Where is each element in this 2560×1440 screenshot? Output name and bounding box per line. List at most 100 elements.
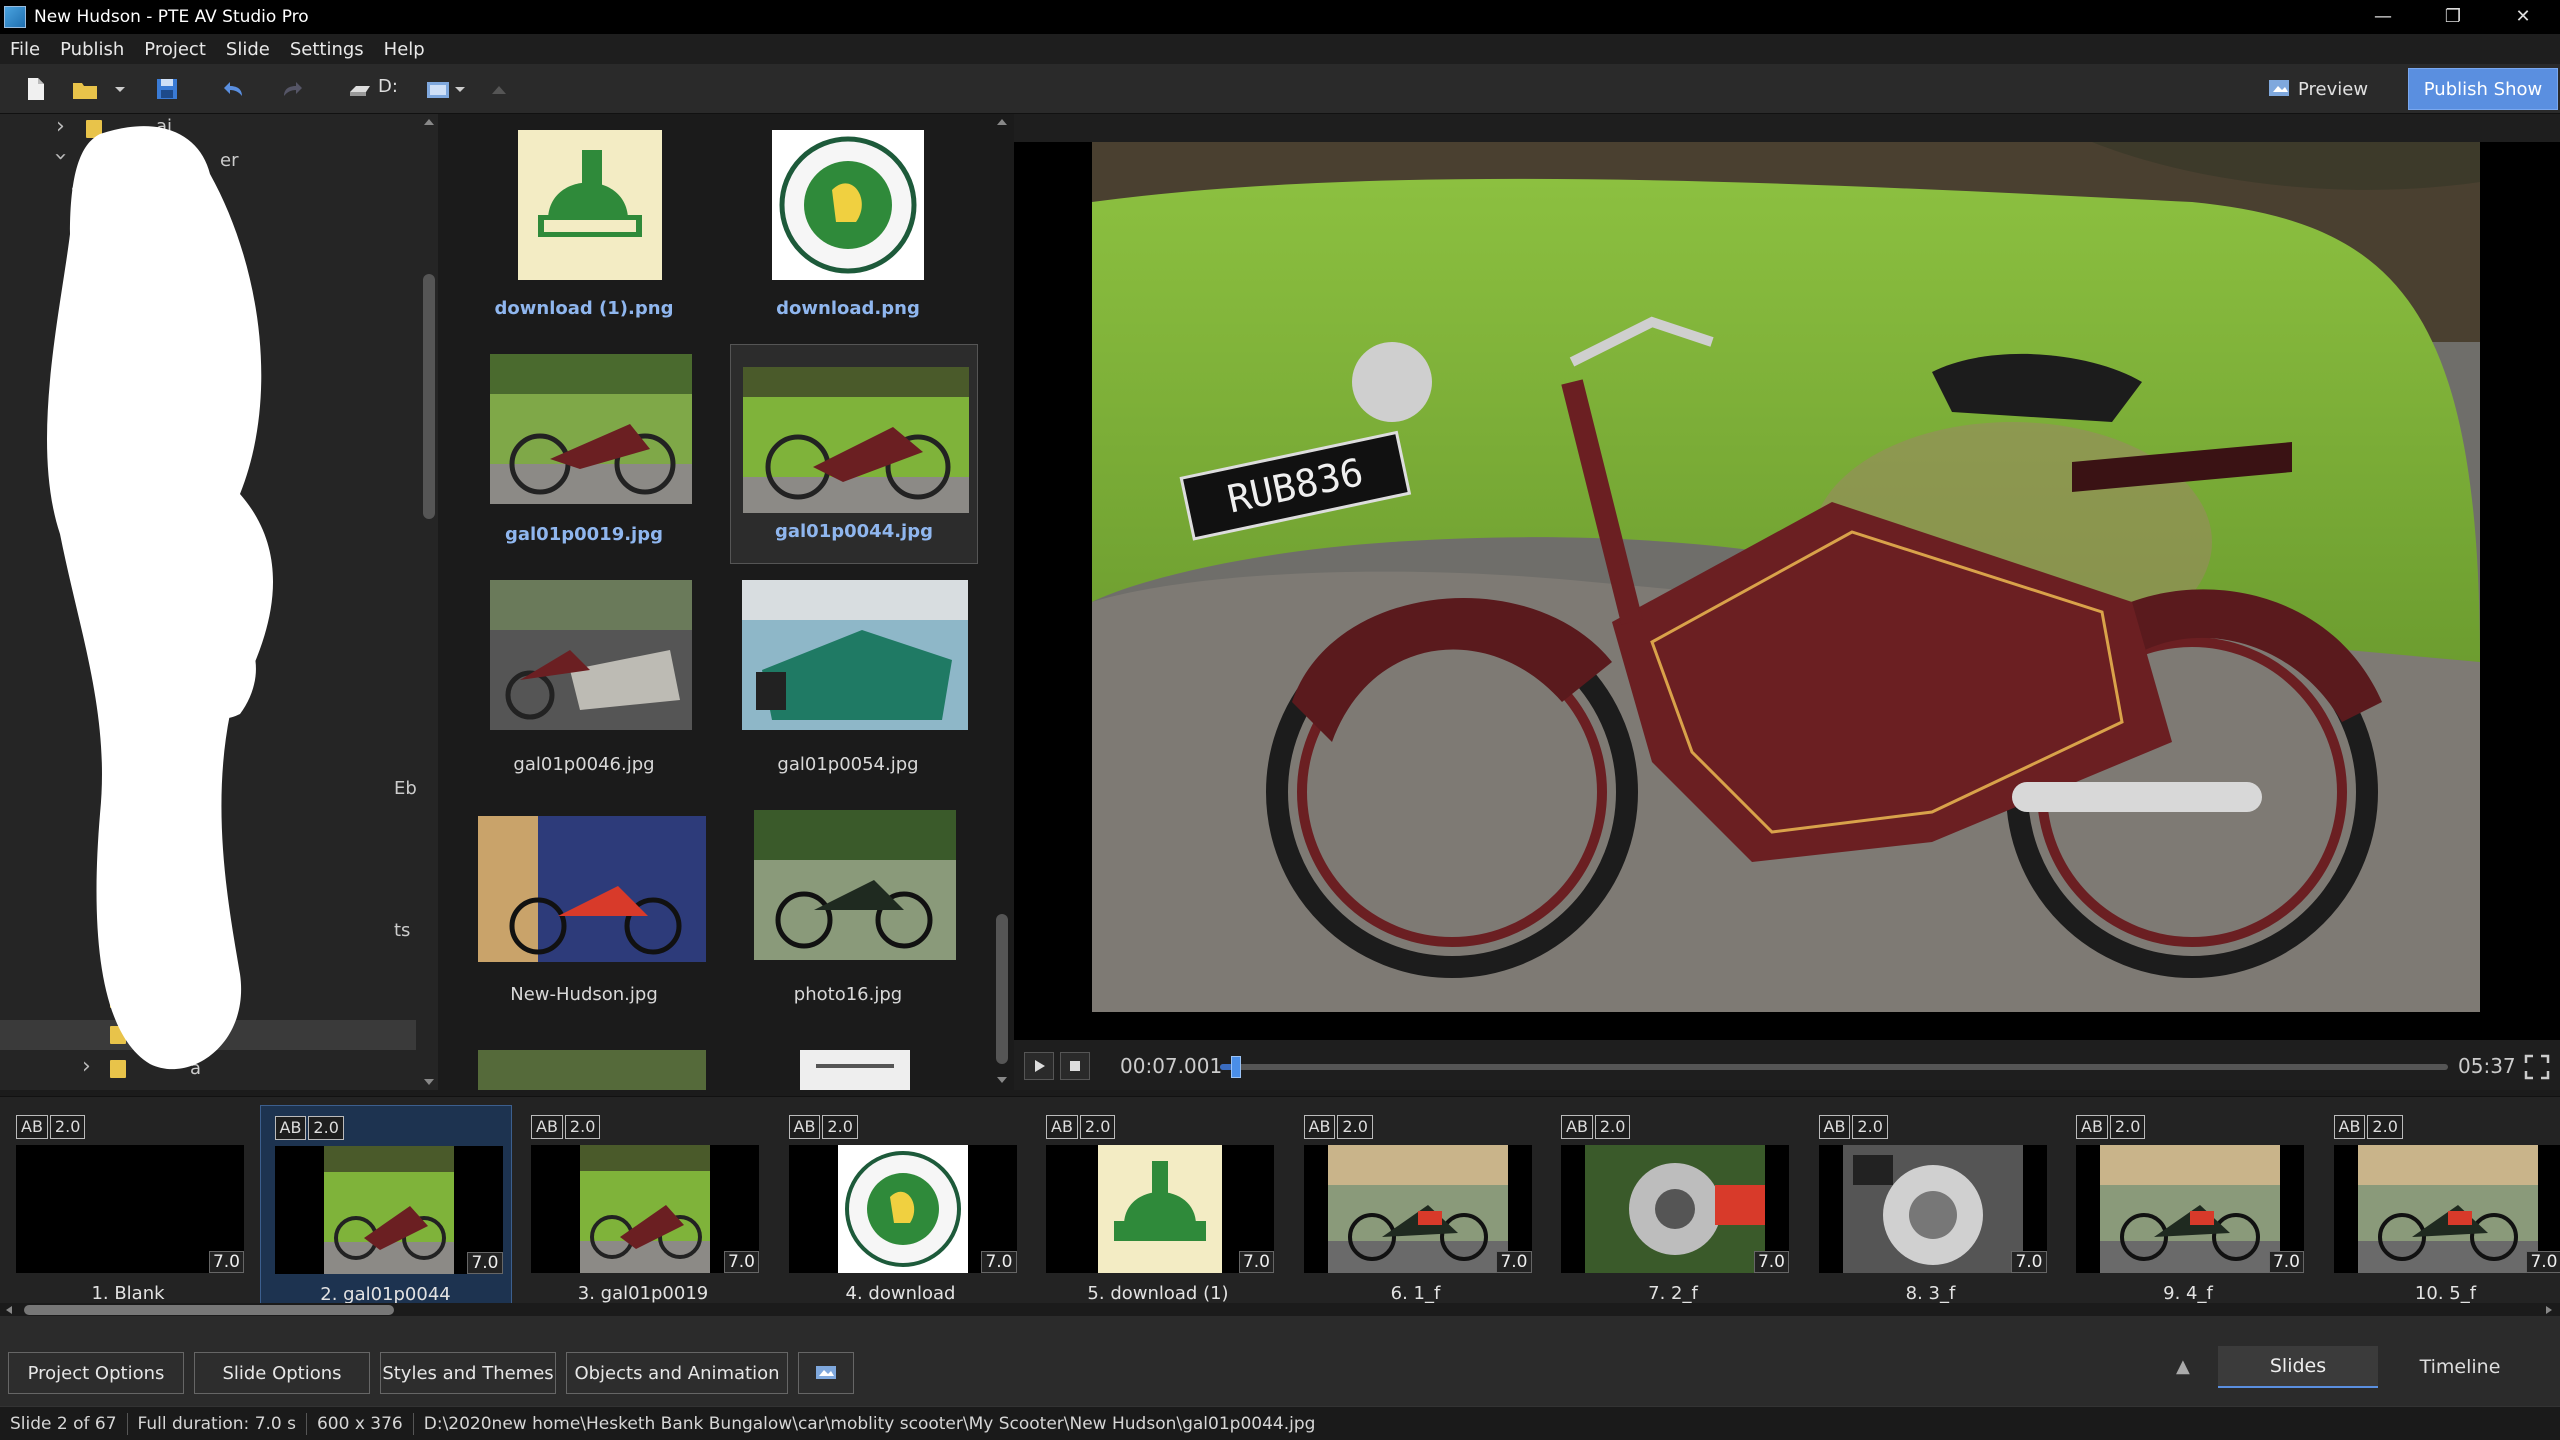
slide-ab-badge[interactable]: AB bbox=[2333, 1115, 2366, 1139]
slide-options-button[interactable]: Slide Options bbox=[194, 1352, 370, 1394]
slide-transition-duration[interactable]: 2.0 bbox=[1852, 1115, 1888, 1139]
menu-help[interactable]: Help bbox=[384, 39, 425, 60]
slide-transition-duration[interactable]: 2.0 bbox=[564, 1115, 601, 1139]
scroll-left-icon[interactable] bbox=[4, 1305, 14, 1315]
slide-thumbnail[interactable]: AB 2.0 7.0 2. gal01p0044 bbox=[259, 1105, 512, 1313]
slide-transition-info[interactable]: AB 2.0 bbox=[16, 1115, 87, 1139]
slide-image[interactable]: 7.0 bbox=[274, 1146, 503, 1274]
slide-image[interactable]: 7.0 bbox=[788, 1145, 1017, 1273]
slide-image[interactable]: 7.0 bbox=[1818, 1145, 2047, 1273]
fullscreen-icon[interactable] bbox=[2524, 1054, 2550, 1080]
file-thumbnail[interactable] bbox=[490, 580, 692, 730]
slide-transition-info[interactable]: AB 2.0 bbox=[2333, 1115, 2405, 1139]
slide-transition-info[interactable]: AB 2.0 bbox=[531, 1115, 602, 1139]
slide-image[interactable]: 7.0 bbox=[1046, 1145, 1274, 1273]
menu-project[interactable]: Project bbox=[144, 39, 206, 60]
folder-tree[interactable]: › ai › er › › › Eb › ts › › a bbox=[0, 114, 438, 1090]
slide-duration[interactable]: 7.0 bbox=[981, 1251, 1017, 1273]
files-scroll-thumb[interactable] bbox=[996, 914, 1008, 1064]
strip-scrollbar[interactable] bbox=[0, 1303, 2560, 1317]
slide-ab-badge[interactable]: AB bbox=[1046, 1115, 1078, 1139]
slide-transition-info[interactable]: AB 2.0 bbox=[1561, 1115, 1632, 1139]
slide-duration[interactable]: 7.0 bbox=[208, 1251, 244, 1273]
slide-thumbnail[interactable]: AB 2.0 7.0 5. download (1) bbox=[1032, 1105, 1284, 1313]
slide-duration[interactable]: 7.0 bbox=[2268, 1251, 2304, 1273]
scroll-up-icon[interactable] bbox=[996, 116, 1008, 128]
slide-transition-info[interactable]: AB 2.0 bbox=[2076, 1115, 2147, 1139]
slide-transition-duration[interactable]: 2.0 bbox=[1079, 1115, 1116, 1139]
preview-slide-button[interactable] bbox=[798, 1352, 854, 1394]
slide-thumbnail[interactable]: AB 2.0 7.0 10. 5_f bbox=[2320, 1105, 2560, 1313]
open-dropdown-icon[interactable] bbox=[112, 74, 128, 104]
redo-icon[interactable] bbox=[276, 74, 306, 104]
slide-ab-badge[interactable]: AB bbox=[1561, 1115, 1593, 1139]
slide-transition-info[interactable]: AB 2.0 bbox=[788, 1115, 860, 1139]
slide-image[interactable]: 7.0 bbox=[16, 1145, 244, 1273]
slide-duration[interactable]: 7.0 bbox=[1238, 1251, 1274, 1273]
slide-thumbnail[interactable]: AB 2.0 7.0 1. Blank bbox=[2, 1105, 254, 1313]
file-thumbnail[interactable] bbox=[743, 367, 969, 513]
save-icon[interactable] bbox=[152, 74, 182, 104]
open-folder-icon[interactable] bbox=[70, 74, 100, 104]
scroll-right-icon[interactable] bbox=[2544, 1305, 2554, 1315]
scroll-up-icon[interactable] bbox=[423, 116, 435, 128]
file-thumbnail[interactable] bbox=[754, 810, 956, 960]
view-mode-icon[interactable] bbox=[424, 74, 468, 104]
file-item[interactable]: download (1).png bbox=[460, 118, 708, 338]
file-item[interactable]: gal01p0019.jpg bbox=[460, 344, 708, 564]
menu-slide[interactable]: Slide bbox=[226, 39, 270, 60]
styles-themes-button[interactable]: Styles and Themes bbox=[380, 1352, 556, 1394]
file-item[interactable]: photo16.jpg bbox=[724, 804, 972, 1024]
file-item[interactable]: gal01p0046.jpg bbox=[460, 574, 708, 794]
tree-scroll-thumb[interactable] bbox=[423, 274, 435, 519]
slide-transition-duration[interactable]: 2.0 bbox=[308, 1116, 344, 1140]
tab-timeline[interactable]: Timeline bbox=[2380, 1346, 2540, 1388]
folder-up-icon[interactable] bbox=[484, 74, 514, 104]
file-thumbnail[interactable] bbox=[518, 130, 662, 280]
slide-image[interactable]: 7.0 bbox=[1303, 1145, 1532, 1273]
preview-canvas[interactable]: RUB836 bbox=[1014, 142, 2560, 1042]
tree-scrollbar[interactable] bbox=[420, 114, 438, 1090]
slide-transition-duration[interactable]: 2.0 bbox=[822, 1115, 858, 1139]
project-options-button[interactable]: Project Options bbox=[8, 1352, 184, 1394]
file-thumbnail[interactable] bbox=[478, 816, 706, 962]
preview-image[interactable]: RUB836 bbox=[1092, 142, 2480, 1012]
file-browser[interactable]: download (1).png download.png gal01p0019… bbox=[440, 114, 1014, 1090]
slide-image[interactable]: 7.0 bbox=[531, 1145, 759, 1273]
tab-slides[interactable]: Slides bbox=[2218, 1346, 2378, 1388]
preview-button[interactable]: Preview bbox=[2268, 72, 2376, 106]
publish-show-button[interactable]: Publish Show bbox=[2408, 68, 2558, 110]
file-item[interactable]: gal01p0054.jpg bbox=[724, 574, 972, 794]
file-thumbnail[interactable] bbox=[490, 354, 692, 504]
slide-transition-duration[interactable]: 2.0 bbox=[49, 1115, 86, 1139]
slide-ab-badge[interactable]: AB bbox=[16, 1115, 48, 1139]
seek-track[interactable] bbox=[1220, 1056, 2448, 1078]
restore-button[interactable]: ❐ bbox=[2418, 0, 2488, 34]
slide-transition-duration[interactable]: 2.0 bbox=[2109, 1115, 2146, 1139]
slide-duration[interactable]: 7.0 bbox=[2011, 1251, 2047, 1273]
slide-transition-duration[interactable]: 2.0 bbox=[1594, 1115, 1631, 1139]
slide-image[interactable]: 7.0 bbox=[2333, 1145, 2560, 1273]
slide-ab-badge[interactable]: AB bbox=[531, 1115, 563, 1139]
slide-duration[interactable]: 7.0 bbox=[1753, 1251, 1789, 1273]
strip-scroll-thumb[interactable] bbox=[24, 1305, 394, 1315]
slide-duration[interactable]: 7.0 bbox=[2526, 1251, 2560, 1273]
file-thumbnail[interactable] bbox=[478, 1050, 706, 1090]
slide-thumbnail[interactable]: AB 2.0 7.0 7. 2_f bbox=[1547, 1105, 1799, 1313]
slide-ab-badge[interactable]: AB bbox=[2076, 1115, 2108, 1139]
play-button[interactable] bbox=[1024, 1052, 1054, 1080]
collapse-up-icon[interactable]: ▲ bbox=[2176, 1356, 2190, 1377]
seek-handle[interactable] bbox=[1230, 1056, 1241, 1078]
menu-settings[interactable]: Settings bbox=[290, 39, 364, 60]
file-thumbnail[interactable] bbox=[772, 130, 924, 280]
close-button[interactable]: ✕ bbox=[2488, 0, 2558, 34]
slide-image[interactable]: 7.0 bbox=[2076, 1145, 2304, 1273]
slide-thumbnail[interactable]: AB 2.0 7.0 6. 1_f bbox=[1290, 1105, 1542, 1313]
slide-image[interactable]: 7.0 bbox=[1561, 1145, 1789, 1273]
drive-label[interactable]: D: bbox=[378, 76, 398, 97]
menu-file[interactable]: File bbox=[10, 39, 40, 60]
file-thumbnail[interactable] bbox=[742, 580, 968, 730]
slide-transition-info[interactable]: AB 2.0 bbox=[1303, 1115, 1375, 1139]
slide-duration[interactable]: 7.0 bbox=[1496, 1251, 1532, 1273]
stop-button[interactable] bbox=[1060, 1052, 1090, 1080]
